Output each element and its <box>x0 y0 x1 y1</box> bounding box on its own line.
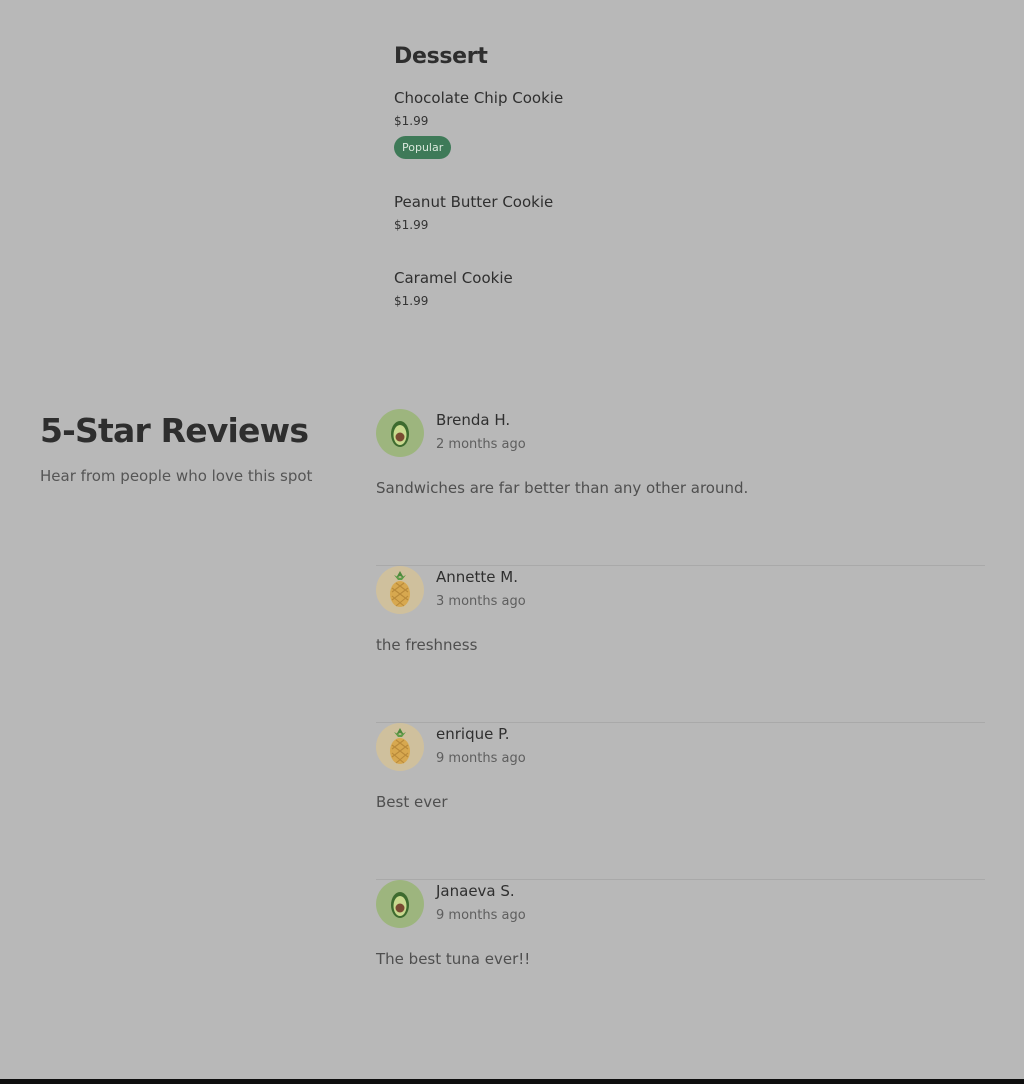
review-card: Janaeva S. 9 months ago The best tuna ev… <box>376 880 985 1037</box>
item-name: Peanut Butter Cookie <box>394 193 554 211</box>
bottom-bar <box>0 1079 1024 1084</box>
review-text: the freshness <box>376 636 478 654</box>
review-card: Annette M. 3 months ago the freshness <box>376 566 985 723</box>
reviewer-name: Brenda H. <box>436 411 511 429</box>
review-time: 2 months ago <box>436 437 526 452</box>
menu-item-caramel-cookie[interactable]: Caramel Cookie $1.99 <box>394 268 954 309</box>
review-text: Best ever <box>376 793 448 811</box>
review-time: 3 months ago <box>436 594 526 609</box>
reviews-header: 5-Star Reviews Hear from people who love… <box>40 410 340 487</box>
reviewer-name: Janaeva S. <box>436 882 515 900</box>
review-card: enrique P. 9 months ago Best ever <box>376 723 985 880</box>
pineapple-icon <box>376 723 424 771</box>
review-text: The best tuna ever!! <box>376 950 531 968</box>
page: Dessert Chocolate Chip Cookie $1.99 Popu… <box>0 0 1024 1084</box>
reviewer-name: Annette M. <box>436 568 518 586</box>
section-title: Dessert <box>394 44 488 69</box>
review-time: 9 months ago <box>436 908 526 923</box>
item-name: Caramel Cookie <box>394 269 513 287</box>
reviews-subtitle: Hear from people who love this spot <box>40 467 313 485</box>
review-text: Sandwiches are far better than any other… <box>376 479 749 497</box>
menu-item-peanut-butter-cookie[interactable]: Peanut Butter Cookie $1.99 <box>394 192 954 233</box>
popular-badge: Popular <box>394 136 452 159</box>
dessert-section: Dessert Chocolate Chip Cookie $1.99 Popu… <box>394 40 954 308</box>
item-price: $1.99 <box>394 114 429 128</box>
avocado-icon <box>376 409 424 457</box>
reviews-title: 5-Star Reviews <box>40 411 309 450</box>
item-price: $1.99 <box>394 294 429 308</box>
reviewer-name: enrique P. <box>436 725 510 743</box>
review-time: 9 months ago <box>436 751 526 766</box>
pineapple-icon <box>376 566 424 614</box>
review-card: Brenda H. 2 months ago Sandwiches are fa… <box>376 409 985 566</box>
item-price: $1.99 <box>394 218 429 232</box>
menu-item-chocolate-chip-cookie[interactable]: Chocolate Chip Cookie $1.99 Popular <box>394 88 954 159</box>
avocado-icon <box>376 880 424 928</box>
item-name: Chocolate Chip Cookie <box>394 89 564 107</box>
